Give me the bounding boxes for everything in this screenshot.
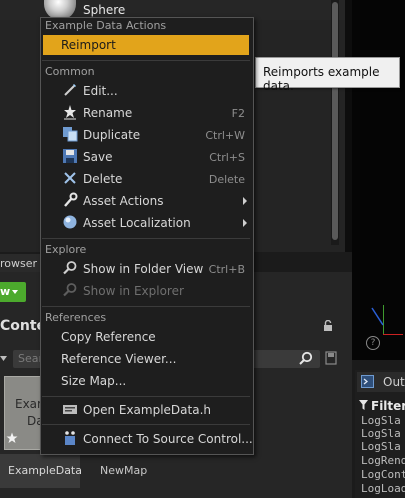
menu-item-reimport-label: Reimport [61,38,116,52]
globe-icon [63,215,77,229]
search-icon[interactable] [298,351,314,367]
menu-section-common: Common [45,65,95,78]
sphere-label: Sphere [83,3,126,17]
pencil-icon [64,84,76,96]
axis-gizmo-x [383,334,403,335]
tab-exampledata-label: ExampleData [8,464,82,477]
menu-item-duplicate-label: Duplicate [83,128,141,142]
output-filters-label: Filters [371,399,405,413]
output-log-icon [361,375,374,388]
rename-star-icon [64,105,76,120]
output-log-title: Outp [383,375,405,389]
menu-item-asset-actions-label: Asset Actions [83,194,164,208]
add-new-dropdown-icon [12,290,18,294]
details-scrollbar-thumb[interactable] [332,2,338,240]
log-line: LogLoad [361,482,405,495]
log-line: LogSla [361,427,401,440]
menu-item-edit-label: Edit... [83,84,118,98]
menu-item-open-source-file-label: Open ExampleData.h [83,403,211,417]
menu-item-asset-localization-label: Asset Localization [83,216,191,230]
log-line: LogCont [361,468,405,481]
reimport-tooltip-text: Reimports example data. [263,65,380,93]
menu-item-copy-reference-label: Copy Reference [61,330,156,344]
menu-section-example-data-actions: Example Data Actions [45,19,167,32]
menu-item-show-in-folder-view-shortcut: Ctrl+B [208,263,245,276]
menu-item-reference-viewer-label: Reference Viewer... [61,352,177,366]
tab-newmap[interactable]: NewMap [100,464,147,477]
source-control-icon [65,431,75,445]
delete-x-icon [64,172,76,184]
menu-item-connect-source-control-label: Connect To Source Control... [83,432,253,446]
menu-item-save-shortcut: Ctrl+S [209,151,245,164]
menu-separator [42,60,250,61]
asset-tile-star-badge-icon [6,432,18,443]
menu-item-duplicate-shortcut: Ctrl+W [205,129,245,142]
magnifier-icon [63,261,77,275]
menu-item-rename-label: Rename [83,106,133,120]
viewport-help-icon[interactable]: ? [366,336,380,350]
wrench-icon [64,192,78,207]
add-new-label: w [0,285,11,298]
code-file-icon [63,405,77,414]
filter-funnel-icon [359,400,368,410]
log-line: LogSla [361,414,401,427]
menu-item-delete-shortcut: Delete [208,173,245,186]
duplicate-icon [63,127,78,142]
save-all-icon[interactable] [325,351,337,365]
submenu-arrow-icon [243,197,247,205]
save-icon [63,149,77,163]
menu-section-references: References [45,311,107,324]
log-line: LogRend [361,454,405,467]
menu-separator [42,424,250,425]
menu-section-explore: Explore [45,243,87,256]
content-browser-tab-label: rowser [0,257,38,270]
lock-icon[interactable] [322,320,334,332]
menu-item-save-label: Save [83,150,113,164]
submenu-arrow-icon [243,219,247,227]
menu-separator [42,238,250,239]
menu-item-size-map-label: Size Map... [61,374,127,388]
menu-item-show-in-explorer-label: Show in Explorer [83,284,184,298]
filters-caret-icon[interactable] [0,354,8,364]
log-line: LogSla [361,440,401,453]
menu-separator [42,396,250,397]
magnifier-icon [63,283,77,297]
menu-item-rename-shortcut: F2 [231,107,245,120]
menu-item-delete-label: Delete [83,172,123,186]
axis-gizmo-z [371,307,384,326]
menu-item-show-in-folder-view-label: Show in Folder View [83,262,204,276]
menu-separator [42,306,250,307]
